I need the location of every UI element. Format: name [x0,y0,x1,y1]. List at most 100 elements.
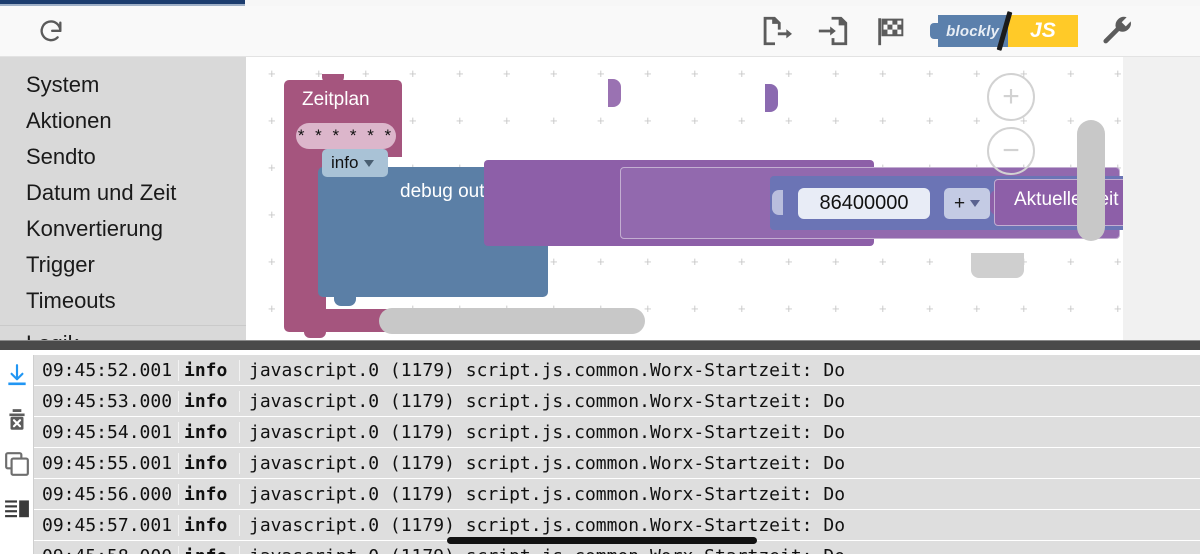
severity-dropdown[interactable]: info [322,149,388,177]
sidebar-item-datum-und-zeit[interactable]: Datum und Zeit [0,175,246,211]
grid-dot: + [879,254,887,269]
sidebar-item-trigger[interactable]: Trigger [0,247,246,283]
log-timestamp: 09:45:57.001 [42,514,173,536]
log-toolbar [0,355,33,554]
grid-dot: + [597,66,605,81]
grid-dot: + [268,301,276,316]
sidebar-item-aktionen[interactable]: Aktionen [0,103,246,139]
sidebar-item-system[interactable]: System [0,67,246,103]
log-severity: info [178,452,240,474]
grid-dot: + [926,254,934,269]
log-timestamp: 09:45:55.001 [42,452,173,474]
editor-toolbar: blockly JS [0,6,1200,57]
workspace-trashcan[interactable] [971,253,1024,278]
zoom-out-button[interactable]: − [987,127,1035,175]
operator-dropdown[interactable]: + [944,188,990,219]
grid-dot: + [268,160,276,175]
grid-dot: + [785,113,793,128]
grid-dot: + [644,66,652,81]
clear-log-icon[interactable] [4,407,30,433]
grid-dot: + [926,66,934,81]
copy-log-icon[interactable] [4,451,30,477]
log-row[interactable]: 09:45:53.000 info javascript.0 (1179) scri… [34,386,1200,416]
zoom-in-icon: + [987,73,1035,121]
toolbar-actions: blockly JS [756,11,1136,51]
blockly-workspace[interactable]: + + + + + + + + + + + + + + + + + + + + + + + + + + + + + + + + + + + + + + + +… [246,57,1123,340]
grid-dot: + [738,113,746,128]
grid-dot: + [1067,113,1075,128]
grid-dot: + [738,254,746,269]
datum-zeit-inner-label: Datum/Zeit [642,83,735,104]
grid-dot: + [1114,301,1122,316]
grid-dot: + [268,66,276,81]
sidebar-item-timeouts[interactable]: Timeouts [0,283,246,319]
grid-dot: + [1067,254,1075,269]
grid-dot: + [1067,66,1075,81]
grid-dot: + [503,113,511,128]
grid-dot: + [973,113,981,128]
blockly-js-toggle[interactable]: blockly JS [930,11,1079,51]
workspace-right-margin [1123,57,1200,340]
checkered-flag-icon[interactable] [872,12,910,50]
log-row[interactable]: 09:45:54.001 info javascript.0 (1179) scri… [34,417,1200,447]
log-horizontal-scrollbar[interactable] [447,537,757,544]
settings-wrench-icon[interactable] [1098,12,1136,50]
grid-dot: + [832,66,840,81]
reload-icon[interactable] [36,17,66,47]
grid-dot: + [268,113,276,128]
grid-dot: + [691,254,699,269]
log-timestamp: 09:45:58.000 [34,546,178,554]
grid-dot: + [738,66,746,81]
datum-zeit-outer-label: Datum/Zeit [500,80,593,101]
blockly-mode-label: blockly [937,15,1008,47]
grid-dot: + [973,301,981,316]
workspace-vertical-scrollbar[interactable] [1077,120,1105,241]
grid-dot: + [926,301,934,316]
log-panel: 09:45:52.001 info javascript.0 (1179) scri… [0,355,1200,554]
grid-dot: + [1114,113,1122,128]
grid-dot: + [1114,66,1122,81]
datum-zeit-outer-socket [608,79,621,107]
grid-dot: + [691,301,699,316]
workspace-horizontal-scrollbar[interactable] [379,308,645,334]
block-category-sidebar[interactable]: System Aktionen Sendto Datum und Zeit Ko… [0,57,246,340]
log-message: javascript.0 (1179) script.js.common.Wor… [249,452,846,474]
grid-dot: + [738,301,746,316]
grid-dot: + [644,113,652,128]
export-blocks-icon[interactable] [756,12,794,50]
log-severity: info [178,514,240,536]
debug-bottom-notch [334,296,356,306]
grid-dot: + [1020,301,1028,316]
zoom-out-icon: − [987,127,1035,175]
log-message: javascript.0 (1179) script.js.common.Wor… [249,483,846,505]
sidebar-item-konvertierung[interactable]: Konvertierung [0,211,246,247]
zoom-in-button[interactable]: + [987,73,1035,121]
log-layout-icon[interactable] [4,495,30,521]
log-row[interactable]: 09:45:52.001 info javascript.0 (1179) scri… [34,355,1200,385]
grid-dot: + [973,66,981,81]
sidebar-item-sendto[interactable]: Sendto [0,139,246,175]
grid-dot: + [456,66,464,81]
log-row[interactable]: 09:45:55.001 info javascript.0 (1179) scri… [34,448,1200,478]
log-message: javascript.0 (1179) script.js.common.Wor… [240,546,845,554]
number-input-field[interactable]: 86400000 [798,188,930,219]
import-blocks-icon[interactable] [814,12,852,50]
grid-dot: + [879,113,887,128]
log-entries[interactable]: 09:45:52.001 info javascript.0 (1179) scri… [33,355,1200,554]
cron-expression-field[interactable]: * * * * * * [296,123,396,149]
log-row[interactable]: 09:45:57.001 info javascript.0 (1179) scri… [34,510,1200,540]
log-severity: info [178,545,240,554]
log-message: javascript.0 (1179) script.js.common.Wor… [249,514,846,536]
chevron-down-icon [970,200,981,207]
sidebar-item-partial[interactable]: Logik [0,326,246,340]
grid-dot: + [691,113,699,128]
zeitplan-title: Zeitplan [302,89,370,110]
scroll-to-bottom-icon[interactable] [4,363,30,389]
log-row[interactable]: 09:45:56.000 info javascript.0 (1179) scri… [34,479,1200,509]
grid-dot: + [644,301,652,316]
panel-divider[interactable] [0,340,1200,350]
zeitplan-top-notch [322,74,344,83]
log-timestamp: 09:45:52.001 [42,359,173,381]
grid-dot: + [644,254,652,269]
log-severity: info [178,390,240,412]
